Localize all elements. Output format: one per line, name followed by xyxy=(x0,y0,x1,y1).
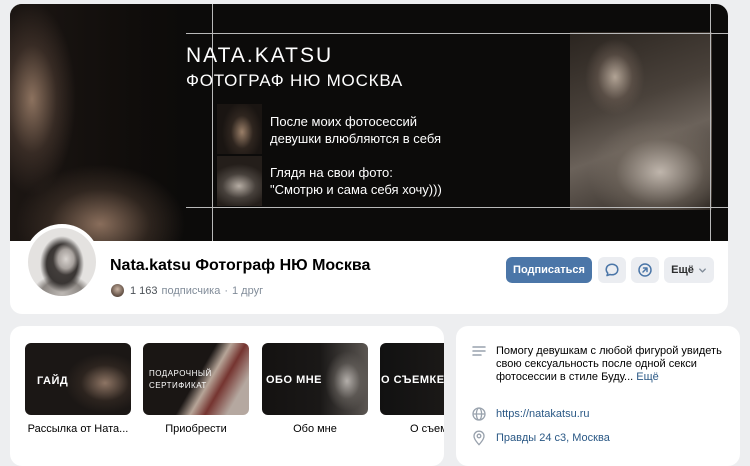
links-card: ГАЙД Рассылка от Ната... ПОДАРОЧНЫЙ СЕРТ… xyxy=(10,326,444,466)
cover-thumbnail xyxy=(217,156,262,206)
cover-subtitle: ФОТОГРАФ НЮ МОСКВА xyxy=(186,71,404,90)
share-arrow-icon xyxy=(638,263,652,277)
more-button[interactable]: Ещё xyxy=(664,257,714,283)
cover-brand: NATA.KATSU xyxy=(186,44,334,67)
followers-row: 1 163 подписчика · 1 друг xyxy=(111,284,263,297)
cover-frame-line xyxy=(710,4,711,241)
tile-caption[interactable]: Рассылка от Ната... xyxy=(25,423,131,435)
cover-text-line: девушки влюбляются в себя xyxy=(270,131,442,146)
avatar-frame[interactable] xyxy=(24,224,100,300)
link-tile-image[interactable]: О СЪЕМКЕ xyxy=(380,343,444,415)
link-tile-guide[interactable]: ГАЙД Рассылка от Ната... xyxy=(25,343,131,463)
cover-text-line: "Смотрю и сама себя хочу))) xyxy=(270,182,442,197)
chevron-down-icon xyxy=(699,267,706,273)
link-tile-image[interactable]: ПОДАРОЧНЫЙ СЕРТИФИКАТ xyxy=(143,343,249,415)
message-icon xyxy=(605,263,619,277)
group-description: Помогу девушкам с любой фигурой увидеть … xyxy=(496,345,728,384)
cover-text-line: После моих фотосессий xyxy=(270,114,417,129)
dot-separator: · xyxy=(224,284,228,297)
link-tile-image[interactable]: ГАЙД xyxy=(25,343,131,415)
website-link[interactable]: https://natakatsu.ru xyxy=(496,408,590,420)
tile-label: СЕРТИФИКАТ xyxy=(149,381,207,390)
description-text: Помогу девушкам с любой фигурой увидеть … xyxy=(496,345,722,383)
cover-right-photo xyxy=(570,32,712,210)
description-more-link[interactable]: Ещё xyxy=(636,371,659,383)
tile-label: ГАЙД xyxy=(37,375,69,387)
address-link[interactable]: Правды 24 с3, Москва xyxy=(496,432,610,444)
cover-frame-line xyxy=(186,33,728,34)
tile-caption[interactable]: Обо мне xyxy=(262,423,368,435)
link-tile-about[interactable]: ОБО МНЕ Обо мне xyxy=(262,343,368,463)
friends-count[interactable]: 1 друг xyxy=(232,285,263,297)
cover-frame-line xyxy=(186,207,728,208)
message-button[interactable] xyxy=(598,257,626,283)
share-button[interactable] xyxy=(631,257,659,283)
tile-label: ПОДАРОЧНЫЙ xyxy=(149,369,212,378)
page-title: Nata.katsu Фотограф НЮ Москва xyxy=(110,257,371,274)
info-card: Помогу девушкам с любой фигурой увидеть … xyxy=(456,326,740,466)
cover-left-photo xyxy=(10,4,185,241)
location-pin-icon xyxy=(473,430,485,446)
text-lines-icon xyxy=(472,346,486,356)
subscribe-button[interactable]: Подписаться xyxy=(506,257,592,283)
more-label: Ещё xyxy=(671,264,694,276)
cover-image[interactable]: NATA.KATSU ФОТОГРАФ НЮ МОСКВА После моих… xyxy=(10,4,728,241)
profile-card: NATA.KATSU ФОТОГРАФ НЮ МОСКВА После моих… xyxy=(10,4,728,314)
globe-icon xyxy=(472,407,486,421)
followers-label[interactable]: подписчика xyxy=(162,285,221,297)
link-tile-image[interactable]: ОБО МНЕ xyxy=(262,343,368,415)
cover-text-line: Глядя на свои фото: xyxy=(270,165,393,180)
link-tile-shooting[interactable]: О СЪЕМКЕ О съем xyxy=(380,343,444,463)
tile-caption[interactable]: О съем xyxy=(410,423,444,435)
tile-label: О СЪЕМКЕ xyxy=(381,374,444,386)
link-tile-certificate[interactable]: ПОДАРОЧНЫЙ СЕРТИФИКАТ Приобрести xyxy=(143,343,249,463)
followers-count[interactable]: 1 163 xyxy=(130,285,158,297)
tile-caption[interactable]: Приобрести xyxy=(143,423,249,435)
cover-thumbnail xyxy=(217,104,262,154)
avatar[interactable] xyxy=(28,228,96,296)
cover-frame-line xyxy=(212,4,213,241)
tile-label: ОБО МНЕ xyxy=(266,374,323,386)
friend-avatar[interactable] xyxy=(111,284,124,297)
